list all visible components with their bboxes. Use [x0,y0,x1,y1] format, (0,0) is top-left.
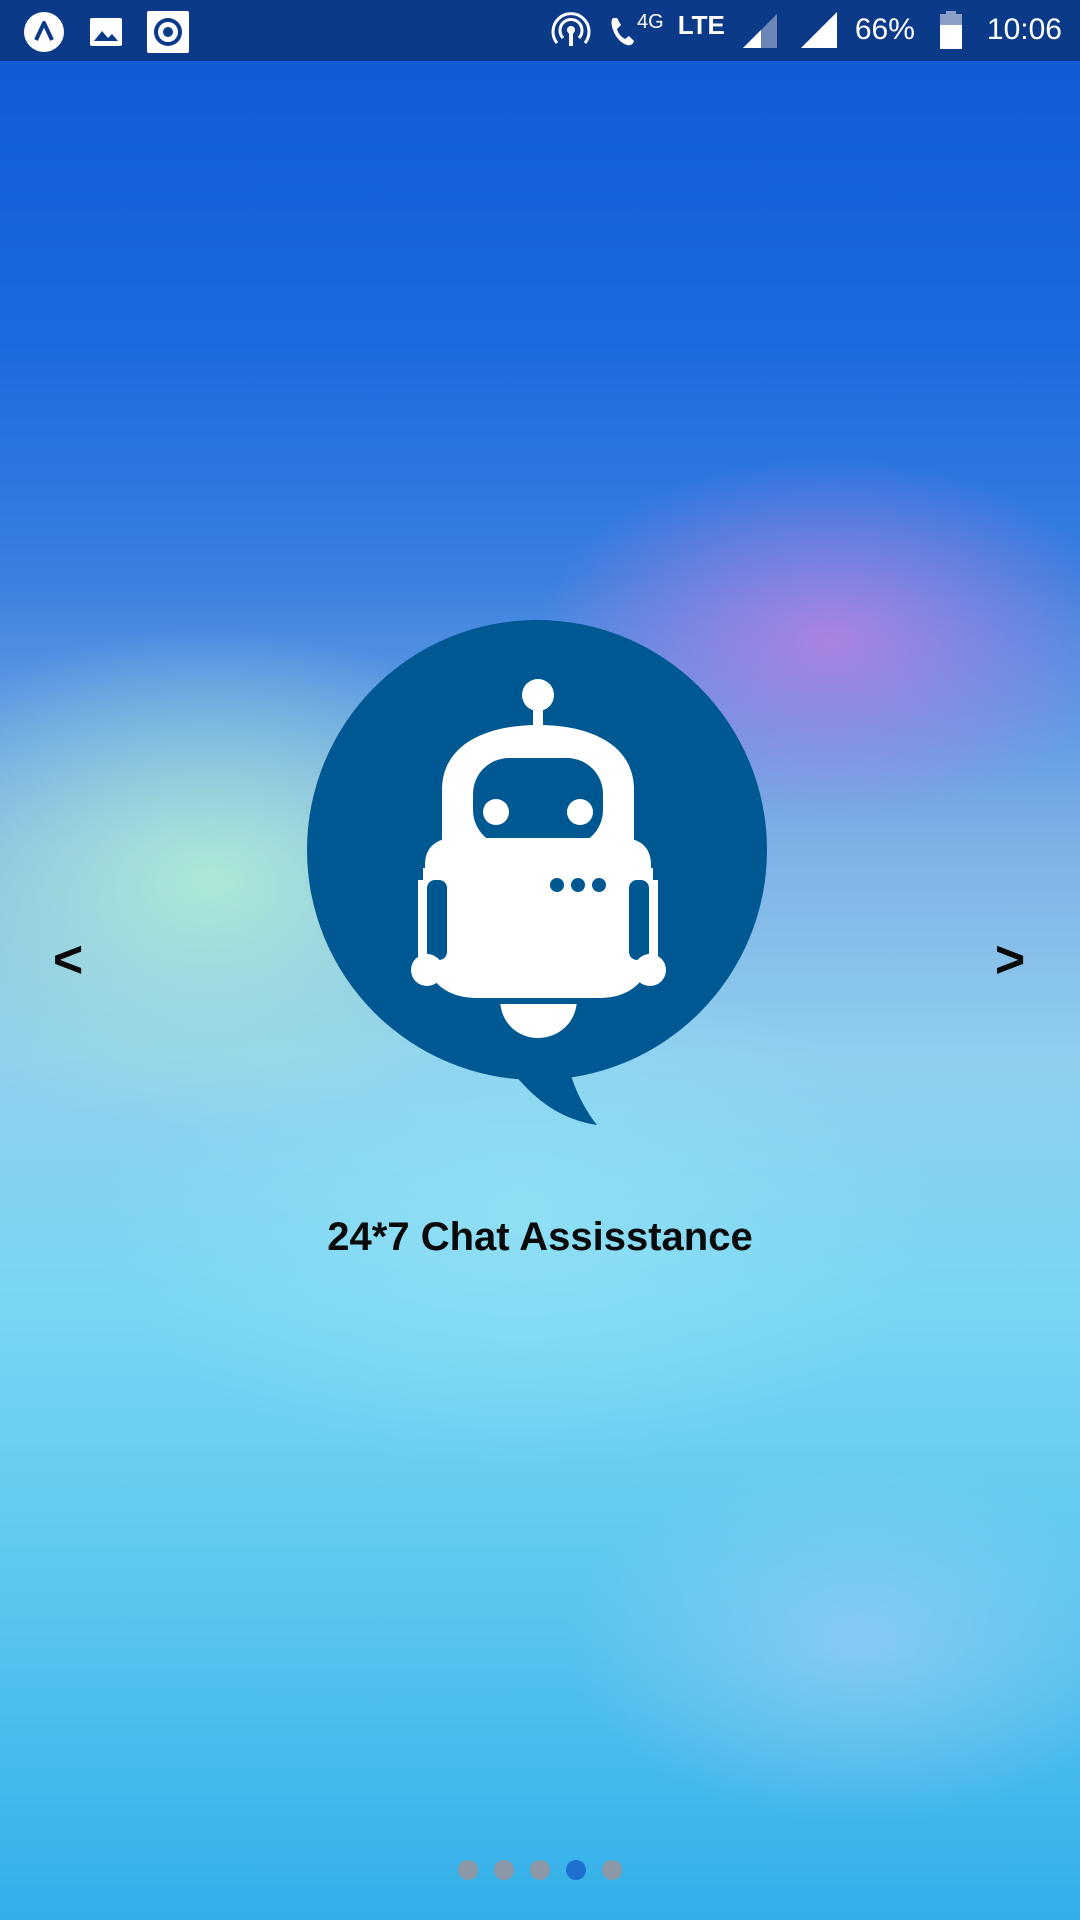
page-dot[interactable] [530,1860,550,1880]
launcher-icon [22,10,66,54]
status-bar: 4G LTE 66% 10:06 [0,0,1080,61]
clock: 10:06 [986,13,1062,46]
network-type-label: 4G [637,11,664,33]
hotspot-icon [549,8,593,52]
signal-icon [797,8,841,52]
chatbot-robot-icon [305,620,770,1125]
gallery-icon [84,10,128,54]
prev-slide-button[interactable]: < [38,930,98,990]
slide-title: 24*7 Chat Assisstance [327,1215,753,1259]
battery-percent: 66% [854,13,915,46]
battery-icon [929,8,973,52]
page-dot[interactable] [458,1860,478,1880]
record-icon [146,10,190,54]
page-dot[interactable] [602,1860,622,1880]
lte-label: LTE [677,10,725,40]
phone-icon [611,18,634,46]
page-dot[interactable] [494,1860,514,1880]
page-indicator [0,1860,1080,1880]
page-dot-active[interactable] [566,1860,586,1880]
volte-call: 4G [607,10,664,50]
signal-icon [739,8,783,52]
next-slide-button[interactable]: > [980,930,1040,990]
